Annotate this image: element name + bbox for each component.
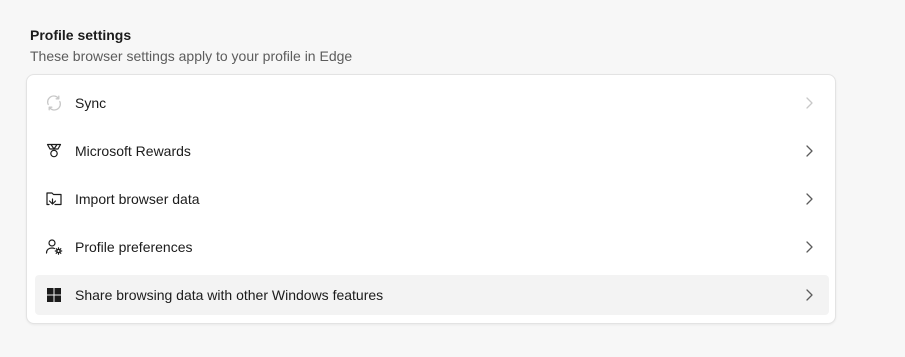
windows-logo-icon: [44, 285, 64, 305]
chevron-right-icon: [801, 95, 817, 111]
import-data-icon: [44, 189, 64, 209]
chevron-right-icon: [801, 191, 817, 207]
share-browsing-data-item[interactable]: Share browsing data with other Windows f…: [35, 275, 829, 315]
profile-preferences-icon: [44, 237, 64, 257]
chevron-right-icon: [801, 287, 817, 303]
chevron-right-icon: [801, 143, 817, 159]
section-subtitle: These browser settings apply to your pro…: [30, 48, 353, 64]
sync-icon: [44, 93, 64, 113]
settings-card: Sync Microsoft Rewards Import browser da…: [26, 74, 836, 324]
sync-label: Sync: [75, 95, 107, 111]
profile-preferences-label: Profile preferences: [75, 239, 193, 255]
rewards-trophy-icon: [44, 141, 64, 161]
share-browsing-data-label: Share browsing data with other Windows f…: [75, 287, 384, 303]
chevron-right-icon: [801, 239, 817, 255]
profile-preferences-item[interactable]: Profile preferences: [35, 227, 829, 267]
microsoft-rewards-item[interactable]: Microsoft Rewards: [35, 131, 829, 171]
section-title: Profile settings: [30, 27, 132, 43]
import-browser-data-item[interactable]: Import browser data: [35, 179, 829, 219]
profile-settings-section: Profile settings These browser settings …: [0, 0, 905, 357]
sync-item[interactable]: Sync: [35, 83, 829, 123]
import-browser-data-label: Import browser data: [75, 191, 200, 207]
microsoft-rewards-label: Microsoft Rewards: [75, 143, 191, 159]
